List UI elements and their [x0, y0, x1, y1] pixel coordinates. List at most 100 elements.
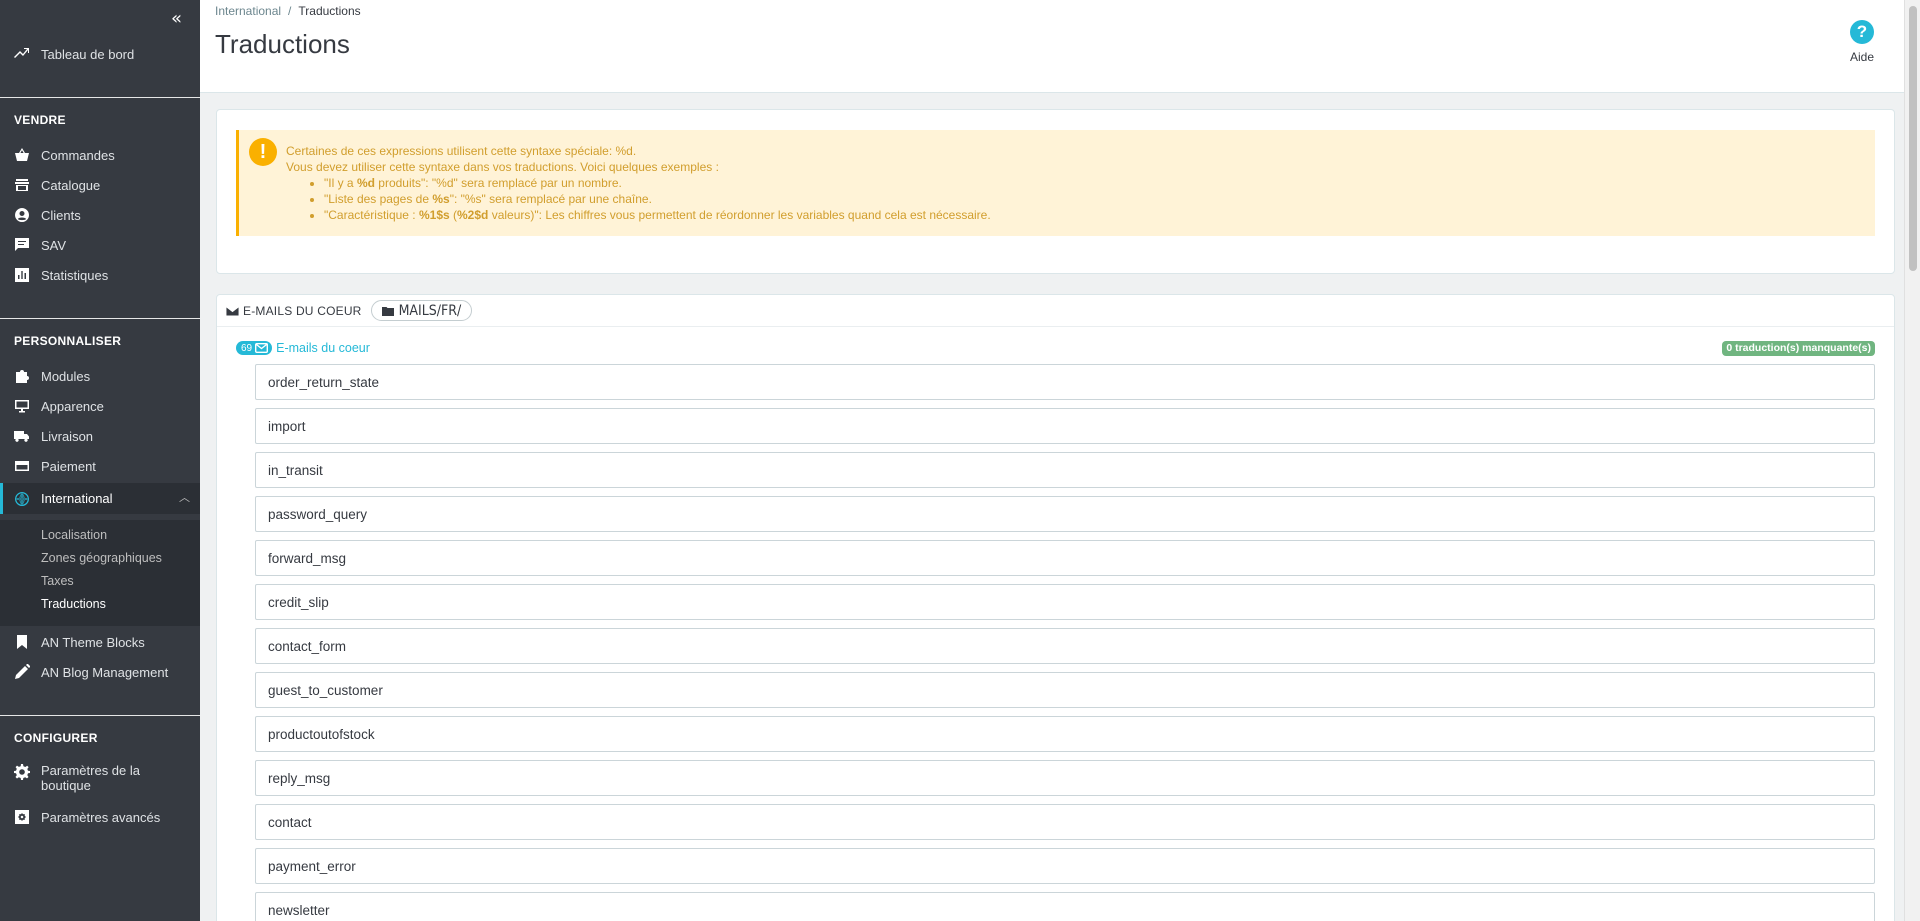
submenu-item-zones[interactable]: Zones géographiques	[41, 551, 162, 565]
divider	[0, 318, 200, 319]
sidebar-item-label: AN Blog Management	[41, 664, 169, 680]
trending-up-icon	[14, 46, 30, 62]
sidebar-item-orders[interactable]: Commandes	[0, 141, 200, 169]
sidebar-item-sav[interactable]: SAV	[0, 231, 200, 259]
divider	[0, 715, 200, 716]
sidebar-item-label: AN Theme Blocks	[41, 634, 145, 650]
help-button[interactable]: ? Aide	[1850, 20, 1874, 64]
sidebar-item-label: Commandes	[41, 147, 115, 163]
alert-line: Vous devez utiliser cette syntaxe dans v…	[286, 160, 719, 174]
mail-template-row[interactable]: guest_to_customer	[255, 672, 1875, 708]
breadcrumb-separator: /	[288, 4, 292, 18]
breadcrumb-parent[interactable]: International	[215, 4, 281, 18]
sidebar-item-label: Catalogue	[41, 177, 101, 193]
examples-list: "Il y a %d produits": "%d" sera remplacé…	[324, 175, 1875, 223]
sidebar-item-label: Clients	[41, 207, 81, 223]
mail-template-row[interactable]: order_return_state	[255, 364, 1875, 400]
international-submenu: Localisation Zones géographiques Taxes T…	[0, 520, 200, 626]
folder-path: MAILS/FR/	[398, 302, 462, 319]
panel-heading-label: E-MAILS DU COEUR	[243, 303, 362, 318]
breadcrumb-current: Traductions	[298, 4, 361, 18]
sidebar-item-shipping[interactable]: Livraison	[0, 422, 200, 450]
example-item: "Caractéristique : %1$s (%2$d valeurs)":…	[324, 207, 1875, 223]
submenu-item-taxes[interactable]: Taxes	[41, 574, 74, 588]
mail-group-toggle[interactable]: 69 E-mails du coeur	[236, 341, 370, 355]
sidebar-item-label: Statistiques	[41, 267, 109, 283]
mails-panel: E-MAILS DU COEUR MAILS/FR/ 69 E-mails du…	[216, 294, 1895, 921]
folder-badge: MAILS/FR/	[370, 300, 473, 321]
puzzle-icon	[14, 368, 30, 384]
envelope-icon	[226, 305, 239, 316]
sidebar-item-theme-blocks[interactable]: AN Theme Blocks	[0, 628, 200, 656]
pencil-icon	[14, 664, 30, 680]
sidebar-item-customers[interactable]: Clients	[0, 201, 200, 229]
section-title-customize: PERSONNALISER	[14, 334, 122, 348]
chat-icon	[14, 237, 30, 253]
sidebar-item-label: Tableau de bord	[41, 46, 135, 62]
page-scrollbar[interactable]	[1904, 0, 1920, 921]
sidebar-item-label: Apparence	[41, 398, 104, 414]
sidebar-item-label: Livraison	[41, 428, 94, 444]
sidebar-item-modules[interactable]: Modules	[0, 362, 200, 390]
example-item: "Il y a %d produits": "%d" sera remplacé…	[324, 175, 1875, 191]
page-header: International / Traductions Traductions ? …	[200, 0, 1904, 93]
sidebar-item-stats[interactable]: Statistiques	[0, 261, 200, 289]
bar-chart-icon	[14, 267, 30, 283]
folder-icon	[381, 306, 394, 316]
warning-icon: !	[249, 138, 277, 166]
sidebar-item-label: SAV	[41, 237, 67, 253]
page-title: Traductions	[215, 29, 350, 59]
monitor-icon	[14, 398, 30, 414]
mail-template-row[interactable]: contact_form	[255, 628, 1875, 664]
mail-template-row[interactable]: reply_msg	[255, 760, 1875, 796]
sidebar-item-payment[interactable]: Paiement	[0, 452, 200, 480]
submenu-item-localization[interactable]: Localisation	[41, 528, 107, 542]
missing-translations-badge: 0 traduction(s) manquante(s)	[1722, 341, 1875, 356]
bookmark-icon	[14, 634, 30, 650]
mail-template-row[interactable]: payment_error	[255, 848, 1875, 884]
sidebar-item-label: Paramètres avancés	[41, 809, 161, 825]
gear-icon	[14, 764, 30, 780]
sidebar-item-appearance[interactable]: Apparence	[0, 392, 200, 420]
sidebar-item-international[interactable]: International ︿	[0, 483, 200, 514]
settings-box-icon	[14, 809, 30, 825]
help-icon: ?	[1849, 20, 1874, 44]
credit-card-icon	[14, 458, 30, 474]
mail-template-row[interactable]: import	[255, 408, 1875, 444]
section-title-sell: VENDRE	[14, 113, 66, 127]
mail-template-row[interactable]: contact	[255, 804, 1875, 840]
sidebar-item-label: International	[41, 491, 113, 506]
globe-icon	[14, 491, 30, 507]
user-circle-icon	[14, 207, 30, 223]
sidebar-item-label: Paiement	[41, 458, 96, 474]
collapse-sidebar-icon[interactable]: «	[171, 8, 182, 29]
basket-icon	[14, 147, 30, 163]
count-badge: 69	[236, 341, 273, 355]
sidebar-item-label: Paramètres de la boutique	[41, 763, 140, 793]
alert-line: Certaines de ces expressions utilisent c…	[286, 144, 637, 158]
section-title-configure: CONFIGURER	[14, 731, 98, 745]
sidebar-item-advanced-params[interactable]: Paramètres avancés	[0, 803, 200, 831]
truck-icon	[14, 428, 30, 444]
mail-template-row[interactable]: productoutofstock	[255, 716, 1875, 752]
sidebar: « Tableau de bord VENDRE Commandes Catal…	[0, 0, 200, 921]
submenu-item-translations[interactable]: Traductions	[41, 597, 106, 611]
help-label: Aide	[1849, 50, 1874, 64]
mail-template-row[interactable]: forward_msg	[255, 540, 1875, 576]
sidebar-item-label: Modules	[41, 368, 91, 384]
panel-heading: E-MAILS DU COEUR MAILS/FR/	[217, 295, 1894, 327]
envelope-outline-icon	[255, 343, 269, 353]
chevron-up-icon: ︿	[179, 492, 190, 504]
mail-template-row[interactable]: in_transit	[255, 452, 1875, 488]
sidebar-item-shop-params[interactable]: Paramètres de la boutique	[0, 763, 200, 795]
mail-template-row[interactable]: newsletter	[255, 892, 1875, 921]
sidebar-item-catalog[interactable]: Catalogue	[0, 171, 200, 199]
mail-template-row[interactable]: password_query	[255, 496, 1875, 532]
breadcrumb: International / Traductions	[215, 4, 361, 18]
store-icon	[14, 177, 30, 193]
scrollbar-thumb[interactable]	[1909, 6, 1917, 271]
sidebar-item-dashboard[interactable]: Tableau de bord	[0, 40, 200, 68]
sidebar-item-blog[interactable]: AN Blog Management	[0, 658, 200, 686]
mail-template-row[interactable]: credit_slip	[255, 584, 1875, 620]
divider	[0, 97, 200, 98]
